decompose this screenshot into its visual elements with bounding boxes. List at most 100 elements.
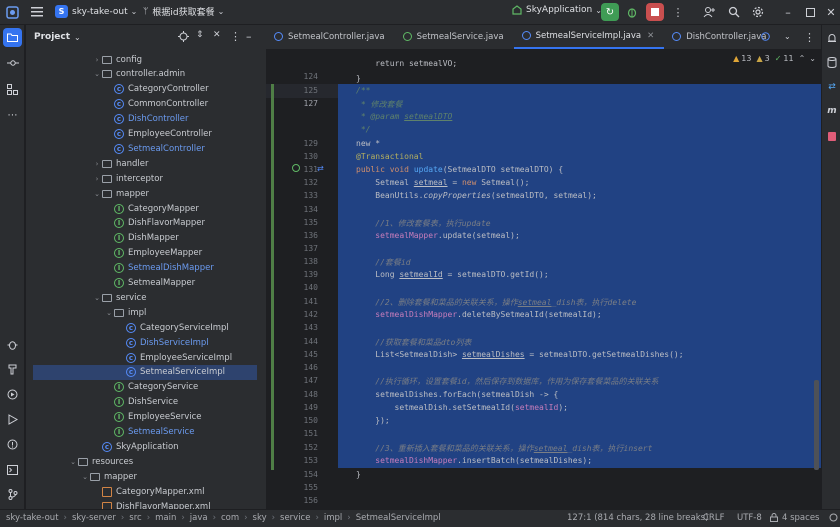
tree-item[interactable]: ⌄ mapper [26,469,266,484]
line-separator[interactable]: CRLF [703,513,724,523]
tree-item[interactable]: ⌄ mapper [26,186,266,201]
breadcrumb-item[interactable]: sky [253,513,267,523]
tree-item[interactable]: c SkyApplication [26,439,266,454]
author-hint[interactable]: new * [356,139,380,148]
tree-item[interactable]: c EmployeeController [26,127,266,142]
chevron-down-icon[interactable]: ⌄ [92,294,102,302]
override-gutter-icon[interactable]: ⇄ [317,164,324,173]
git-tool-icon[interactable] [3,485,22,504]
tab-list-chevron-icon[interactable]: ⌄ [784,32,791,41]
tab-setmeal-service[interactable]: SetmealService.java [395,24,514,49]
build-tool-icon[interactable] [3,360,22,379]
breadcrumb-item[interactable]: src [129,513,141,523]
project-tool-icon[interactable] [3,28,22,47]
tree-item[interactable]: c CategoryController [26,82,266,97]
rerun-button[interactable]: ↻ [601,3,619,21]
services-tool-icon[interactable] [3,385,22,404]
structure-tool-icon[interactable] [3,80,22,99]
tree-item[interactable]: I DishFlavorMapper [26,216,266,231]
implements-gutter-icon[interactable] [292,164,300,172]
code-editor[interactable]: ▲ 13 ▲ 3 ✓ 11 ⌃ ⌄ 124 125 127 129 130 131 132 1… [266,50,821,509]
run-tool-icon[interactable] [3,410,22,429]
tab-dish-controller[interactable]: DishController.java [664,24,776,49]
tree-item[interactable]: c SetmealServiceImpl [33,364,257,380]
stop-button[interactable] [646,3,664,21]
maximize-icon[interactable] [803,5,817,19]
more-tabs-icon[interactable] [761,32,770,41]
endpoints-icon[interactable]: ⇄ [825,80,839,94]
notifications-icon[interactable] [825,31,839,45]
project-selector[interactable]: S sky-take-out ⌄ [55,5,137,18]
editor-options-icon[interactable]: ⋮ [804,31,815,44]
tree-item[interactable]: c SetmealController [26,141,266,156]
chevron-down-icon[interactable]: ⌄ [104,309,114,317]
main-menu-icon[interactable] [30,5,44,19]
close-icon[interactable]: ✕ [824,5,838,19]
breadcrumb-item[interactable]: java [190,513,208,523]
tree-item[interactable]: I CategoryService [26,380,266,395]
tree-item[interactable]: I SetmealMapper [26,276,266,291]
tab-setmeal-service-impl[interactable]: SetmealServiceImpl.java ✕ [513,24,665,49]
breadcrumb-item[interactable]: main [155,513,176,523]
caret-position[interactable]: 127:1 (814 chars, 28 line breaks) [567,513,708,523]
tree-item[interactable]: ⌄ resources [26,454,266,469]
breadcrumb-item[interactable]: com [221,513,239,523]
problems-tool-icon[interactable] [3,435,22,454]
tree-item[interactable]: I SetmealService [26,425,266,440]
tree-item[interactable]: c DishController [26,112,266,127]
debug-tool-icon[interactable] [3,335,22,354]
chevron-up-icon[interactable]: ⌃ [799,54,806,63]
chevron-right-icon[interactable]: › [92,56,102,64]
vcs-status-icon[interactable] [829,513,838,525]
tree-item[interactable]: c EmployeeServiceImpl [26,350,266,365]
editor-scrollbar[interactable] [814,380,819,470]
chevron-down-icon[interactable]: ⌄ [92,190,102,198]
more-tools-icon[interactable]: ⋯ [3,106,22,125]
tree-item[interactable]: ⌄ service [26,290,266,305]
breadcrumb-item[interactable]: SetmealServiceImpl [356,513,441,523]
options-icon[interactable]: ⋮ [230,30,241,43]
chevron-right-icon[interactable]: › [92,175,102,183]
tree-item[interactable]: I SetmealDishMapper [26,261,266,276]
minimize-icon[interactable]: – [781,5,795,19]
expand-all-icon[interactable]: ⇕ [196,30,204,40]
hide-panel-icon[interactable]: – [246,30,252,43]
maven-icon[interactable]: m [825,104,839,118]
tree-item[interactable]: › interceptor [26,171,266,186]
vcs-branch-selector[interactable]: ᛘ 根据id获取套餐 ⌄ [143,5,224,19]
breadcrumb-item[interactable]: service [280,513,310,523]
chevron-down-icon[interactable]: ⌄ [80,473,90,481]
close-tab-icon[interactable]: ✕ [647,31,654,41]
tree-item[interactable]: ⌄ controller.admin [26,67,266,82]
locate-file-icon[interactable] [178,31,189,42]
terminal-tool-icon[interactable] [3,460,22,479]
tree-item[interactable]: c DishServiceImpl [26,335,266,350]
tree-item[interactable]: I DishMapper [26,231,266,246]
lock-icon[interactable] [770,513,778,525]
file-encoding[interactable]: UTF-8 [737,513,762,523]
tree-item[interactable]: › config [26,52,266,67]
ai-assistant-icon[interactable] [825,129,839,143]
inspection-widget[interactable]: ▲ 13 ▲ 3 ✓ 11 ⌃ ⌄ [733,54,816,63]
breadcrumb-item[interactable]: sky-server [72,513,116,523]
chevron-down-icon[interactable]: ⌄ [74,33,81,42]
database-icon[interactable] [825,55,839,69]
project-panel-title[interactable]: Project [34,32,70,42]
code-with-me-icon[interactable] [702,5,716,19]
breadcrumb-item[interactable]: sky-take-out [6,513,59,523]
chevron-right-icon[interactable]: › [92,160,102,168]
tree-item[interactable]: ⌄ impl [26,305,266,320]
tree-item[interactable]: CategoryMapper.xml [26,484,266,499]
more-actions-icon[interactable]: ⋮ [671,5,685,19]
collapse-all-icon[interactable]: ✕ [213,30,221,40]
chevron-down-icon[interactable]: ⌄ [92,70,102,78]
breadcrumb-item[interactable]: impl [324,513,342,523]
debug-icon[interactable] [625,5,639,19]
chevron-down-icon[interactable]: ⌄ [809,54,816,63]
tree-item[interactable]: I DishService [26,395,266,410]
search-icon[interactable] [727,5,741,19]
tree-item[interactable]: I CategoryMapper [26,201,266,216]
tab-setmeal-controller[interactable]: SetmealController.java [266,24,395,49]
tree-item[interactable]: DishFlavorMapper.xml [26,499,266,509]
chevron-down-icon[interactable]: ⌄ [68,458,78,466]
